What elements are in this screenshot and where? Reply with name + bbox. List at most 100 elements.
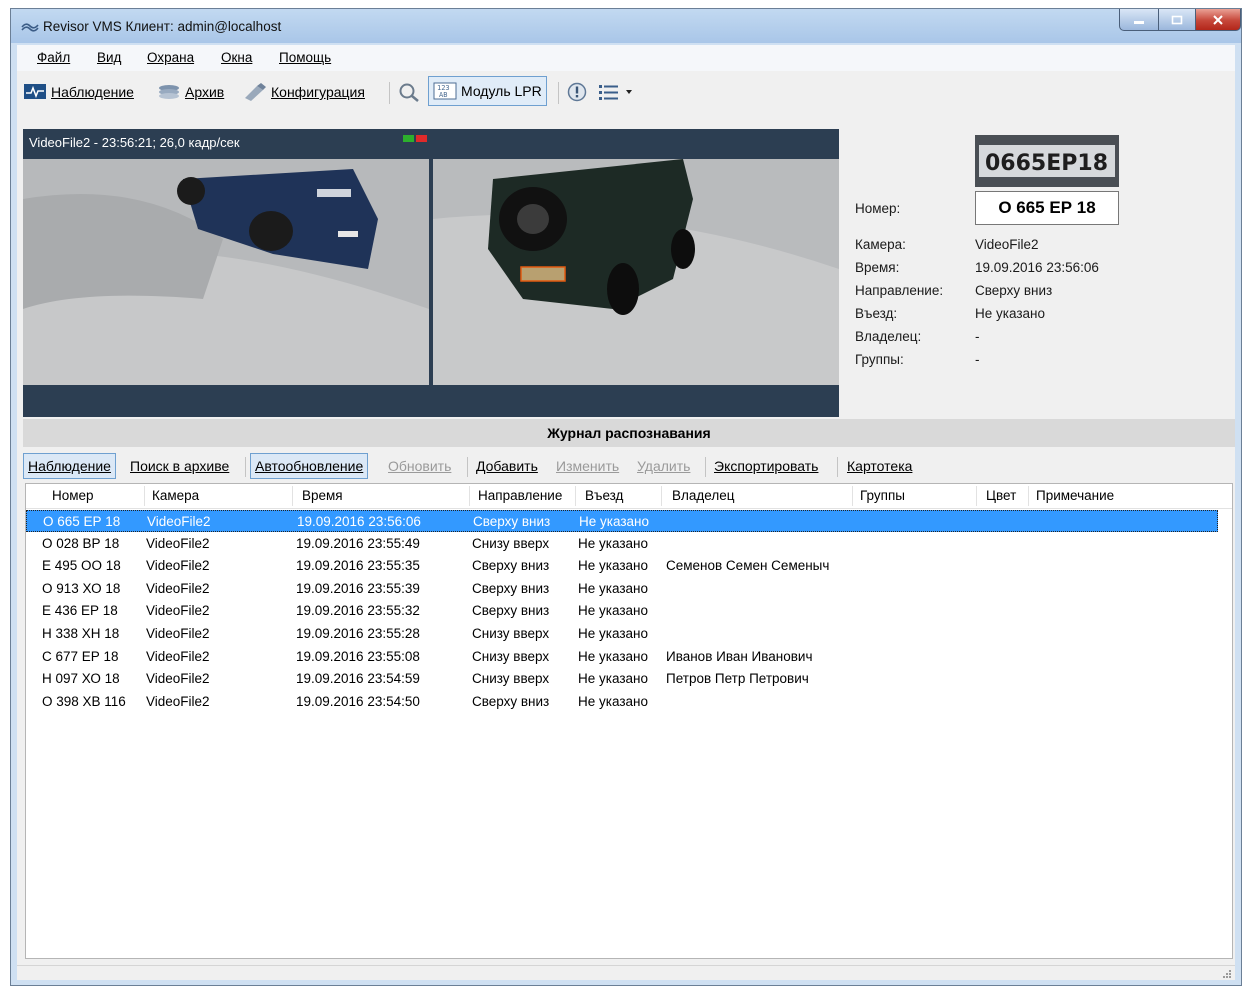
entry-label: Въезд: — [855, 306, 898, 321]
cell-number: О 665 ЕР 18 — [43, 514, 121, 529]
table-row[interactable]: О 028 ВР 18 VideoFile2 19.09.2016 23:55:49… — [26, 533, 1218, 555]
minimize-icon — [1134, 20, 1144, 24]
config-label: Конфигурация — [271, 84, 365, 100]
cell-direction: Снизу вверх — [472, 626, 550, 641]
camera-view-left[interactable] — [23, 159, 429, 385]
config-button[interactable]: Конфигурация — [243, 80, 365, 104]
menu-view[interactable]: Вид — [97, 50, 121, 65]
delete-label: Удалить — [637, 458, 691, 474]
owner-label: Владелец: — [855, 329, 922, 344]
archive-icon — [159, 85, 179, 99]
column-divider[interactable] — [852, 486, 853, 506]
column-divider[interactable] — [575, 486, 576, 506]
entry-value: Не указано — [975, 306, 1045, 321]
table-row[interactable]: О 913 ХО 18 VideoFile2 19.09.2016 23:55:39… — [26, 578, 1218, 600]
col-header-camera[interactable]: Камера — [152, 488, 199, 503]
menu-help[interactable]: Помощь — [279, 50, 331, 65]
cell-owner: Петров Петр Петрович — [666, 671, 809, 687]
groups-value: - — [975, 352, 980, 367]
cell-number: Н 338 ХН 18 — [42, 626, 120, 641]
lpr-module-button[interactable]: 123 AB Модуль LPR — [428, 76, 547, 106]
journal-toolbar: Наблюдение Поиск в архиве Автообновление… — [17, 449, 1235, 481]
cell-entry: Не указано — [578, 535, 648, 551]
cell-direction: Сверху вниз — [472, 603, 550, 619]
journal-search-button[interactable]: Поиск в архиве — [126, 453, 233, 479]
menu-security[interactable]: Охрана — [147, 50, 194, 65]
autoupdate-toggle[interactable]: Автообновление — [250, 453, 369, 479]
col-header-note[interactable]: Примечание — [1036, 488, 1114, 503]
cell-number: О 398 ХВ 116 — [42, 693, 126, 709]
cell-owner: Семенов Семен Семеныч — [666, 558, 830, 574]
camera-view-right[interactable] — [433, 159, 839, 385]
edit-button[interactable]: Изменить — [552, 453, 623, 479]
delete-button[interactable]: Удалить — [633, 453, 694, 479]
column-divider[interactable] — [661, 486, 662, 506]
column-divider[interactable] — [1028, 486, 1029, 506]
journal-title: Журнал распознавания — [23, 419, 1235, 447]
menu-file[interactable]: Файл — [37, 50, 70, 65]
cell-owner: Иванов Иван Иванович — [666, 648, 813, 664]
table-row[interactable]: С 677 ЕР 18 VideoFile2 19.09.2016 23:55:08… — [26, 646, 1218, 668]
column-divider[interactable] — [292, 486, 293, 506]
search-button[interactable] — [397, 80, 425, 104]
menu-file-label: Файл — [37, 50, 71, 65]
main-toolbar: Наблюдение Архив Конфигурация 123 AB Мод… — [17, 73, 1235, 111]
col-header-number[interactable]: Номер — [52, 488, 94, 503]
title-bar[interactable]: Revisor VMS Клиент: admin@localhost — [11, 9, 1241, 43]
col-header-entry[interactable]: Въезд — [585, 488, 623, 503]
cell-camera: VideoFile2 — [146, 535, 210, 551]
maximize-button[interactable] — [1158, 9, 1196, 31]
table-row[interactable]: О 398 ХВ 116 VideoFile2 19.09.2016 23:54:5… — [26, 691, 1218, 713]
resize-grip-icon[interactable] — [1221, 968, 1231, 978]
status-bar — [17, 965, 1235, 980]
observe-label: Наблюдение — [51, 84, 134, 100]
catalog-button[interactable]: Картотека — [843, 453, 916, 479]
col-header-groups[interactable]: Группы — [860, 488, 905, 503]
video-status-icon — [403, 135, 427, 142]
table-row[interactable]: Е 495 ОО 18 VideoFile2 19.09.2016 23:55:35… — [26, 555, 1218, 577]
minimize-button[interactable] — [1119, 9, 1159, 31]
alert-button[interactable] — [565, 80, 593, 104]
column-divider[interactable] — [469, 486, 470, 506]
column-divider[interactable] — [144, 486, 145, 506]
list-menu-button[interactable] — [597, 80, 633, 104]
journal-observe-button[interactable]: Наблюдение — [23, 453, 116, 479]
refresh-button[interactable]: Обновить — [384, 453, 455, 479]
observe-button[interactable]: Наблюдение — [23, 80, 134, 104]
cell-entry: Не указано — [578, 648, 648, 664]
cell-direction: Снизу вверх — [472, 671, 550, 687]
column-divider[interactable] — [976, 486, 977, 506]
recognition-info-panel: 0665EP18 Номер: О 665 ЕР 18 Камера: Vide… — [839, 129, 1235, 417]
journal-observe-label: Наблюдение — [28, 458, 111, 474]
camera-label: Камера: — [855, 237, 906, 252]
monitor-icon — [24, 84, 46, 99]
cell-direction: Сверху вниз — [472, 580, 550, 596]
table-row[interactable]: Н 338 ХН 18 VideoFile2 19.09.2016 23:55:28… — [26, 623, 1218, 645]
table-row[interactable]: О 665 ЕР 18 VideoFile2 19.09.2016 23:56:06… — [26, 510, 1218, 532]
list-icon — [599, 85, 618, 100]
table-row[interactable]: Н 097 ХО 18 VideoFile2 19.09.2016 23:54:59… — [26, 668, 1218, 690]
journal-separator — [705, 457, 706, 477]
video-panel[interactable]: VideoFile2 - 23:56:21; 26,0 кадр/сек — [23, 129, 839, 417]
col-header-direction[interactable]: Направление — [478, 488, 562, 503]
cell-entry: Не указано — [578, 580, 648, 596]
cell-time: 19.09.2016 23:56:06 — [297, 514, 421, 529]
cell-time: 19.09.2016 23:54:59 — [296, 671, 420, 687]
col-header-color[interactable]: Цвет — [986, 488, 1016, 503]
col-header-time[interactable]: Время — [302, 488, 343, 503]
table-row[interactable]: Е 436 ЕР 18 VideoFile2 19.09.2016 23:55:32… — [26, 600, 1218, 622]
edit-label: Изменить — [556, 458, 620, 474]
col-header-owner[interactable]: Владелец — [672, 488, 734, 503]
add-button[interactable]: Добавить — [472, 453, 542, 479]
table-header: Номер Камера Время Направление Въезд Вла… — [26, 484, 1232, 509]
cell-direction: Снизу вверх — [472, 535, 550, 551]
cell-entry: Не указано — [578, 626, 648, 641]
export-button[interactable]: Экспортировать — [710, 453, 822, 479]
menu-windows[interactable]: Окна — [221, 50, 252, 65]
cell-camera: VideoFile2 — [146, 648, 210, 664]
archive-button[interactable]: Архив — [157, 80, 224, 104]
cell-direction: Сверху вниз — [472, 693, 550, 709]
close-button[interactable] — [1195, 9, 1241, 31]
recognition-table[interactable]: Номер Камера Время Направление Въезд Вла… — [25, 483, 1233, 959]
journal-separator — [837, 457, 838, 477]
